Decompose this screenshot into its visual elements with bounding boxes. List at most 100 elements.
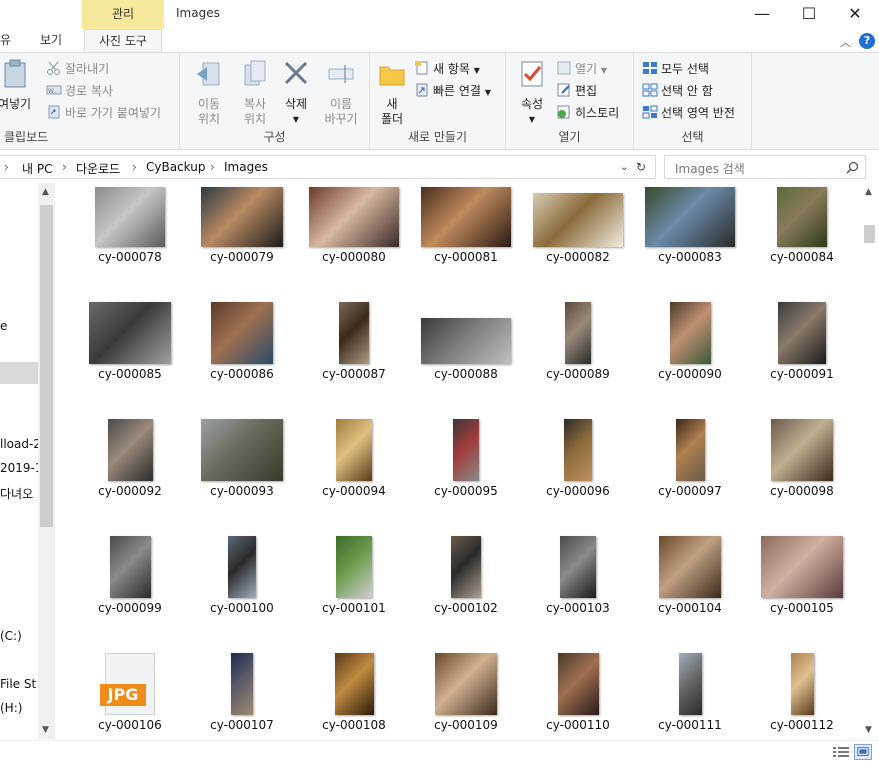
- nav-item[interactable]: 다녀오: [0, 485, 33, 502]
- select-none-icon: [642, 83, 658, 97]
- file-name: cy-000088: [434, 367, 498, 381]
- file-item[interactable]: cy-000082: [522, 183, 634, 299]
- file-item[interactable]: JPG cy-000106: [74, 651, 186, 739]
- file-item[interactable]: cy-000085: [74, 300, 186, 416]
- file-item[interactable]: cy-000097: [634, 417, 746, 533]
- file-item[interactable]: cy-000103: [522, 534, 634, 650]
- file-item[interactable]: cy-000107: [186, 651, 298, 739]
- breadcrumb-cybackup[interactable]: CyBackup: [146, 160, 205, 174]
- maximize-button[interactable]: ☐: [786, 0, 832, 29]
- nav-item[interactable]: e: [0, 319, 7, 333]
- delete-button[interactable]: 삭제 ▼: [276, 59, 316, 127]
- nav-item-c-drive[interactable]: (C:): [0, 629, 22, 643]
- file-item[interactable]: cy-000084: [746, 183, 858, 299]
- scroll-up-icon[interactable]: ▲: [865, 187, 872, 197]
- breadcrumb-downloads[interactable]: 다운로드: [76, 160, 120, 177]
- file-item[interactable]: cy-000105: [746, 534, 858, 650]
- file-item[interactable]: cy-000098: [746, 417, 858, 533]
- cut-button[interactable]: 잘라내기: [46, 59, 109, 79]
- content-scrollbar-thumb[interactable]: [864, 225, 875, 243]
- details-view-icon[interactable]: [832, 744, 850, 760]
- file-item[interactable]: cy-000102: [410, 534, 522, 650]
- address-bar[interactable]: › 내 PC › 다운로드 › CyBackup › Images ⌄ ↻: [0, 155, 656, 179]
- file-item[interactable]: cy-000089: [522, 300, 634, 416]
- nav-scrollbar[interactable]: ▲ ▼: [38, 183, 55, 739]
- history-button[interactable]: 히스토리: [556, 103, 619, 123]
- open-button[interactable]: 열기 ▼: [556, 59, 607, 79]
- file-item[interactable]: cy-000079: [186, 183, 298, 299]
- nav-item-file-station[interactable]: File St: [0, 677, 36, 691]
- scroll-down-icon[interactable]: ▼: [865, 725, 872, 735]
- file-item[interactable]: cy-000094: [298, 417, 410, 533]
- search-input[interactable]: Images 검색: [664, 155, 866, 179]
- copy-path-button[interactable]: W.. 경로 복사: [46, 81, 113, 101]
- properties-button[interactable]: 속성 ▼: [512, 59, 552, 127]
- file-item[interactable]: cy-000095: [410, 417, 522, 533]
- scroll-down-icon[interactable]: ▼: [42, 725, 49, 735]
- file-item[interactable]: cy-000110: [522, 651, 634, 739]
- file-grid: cy-000078 cy-000079 cy-000080 cy-000081 cy-0…: [56, 183, 861, 739]
- file-name: cy-000101: [322, 601, 386, 615]
- new-folder-button[interactable]: 새 폴더: [374, 59, 410, 127]
- easy-access-button[interactable]: 빠른 연결 ▼: [414, 81, 491, 101]
- nav-item-h-drive[interactable]: (H:): [0, 701, 22, 715]
- tab-share[interactable]: 유: [0, 29, 17, 53]
- file-item[interactable]: cy-000109: [410, 651, 522, 739]
- tab-view[interactable]: 보기: [34, 29, 68, 53]
- file-item[interactable]: cy-000091: [746, 300, 858, 416]
- file-item[interactable]: cy-000096: [522, 417, 634, 533]
- content-scrollbar[interactable]: ▲ ▼: [861, 183, 878, 739]
- paste-button[interactable]: 붙여넣기: [0, 59, 40, 112]
- file-name: cy-000109: [434, 718, 498, 732]
- address-history-chevron-icon[interactable]: ⌄: [620, 162, 628, 173]
- file-name: cy-000092: [98, 484, 162, 498]
- file-item[interactable]: cy-000101: [298, 534, 410, 650]
- file-name: cy-000112: [770, 718, 834, 732]
- copy-to-button[interactable]: 복사 위치: [232, 59, 278, 127]
- close-button[interactable]: ✕: [832, 0, 878, 29]
- help-icon[interactable]: ?: [859, 33, 875, 49]
- file-item[interactable]: cy-000087: [298, 300, 410, 416]
- file-item[interactable]: cy-000090: [634, 300, 746, 416]
- select-none-button[interactable]: 선택 안 함: [642, 81, 713, 101]
- image-thumbnail: JPG: [100, 653, 155, 715]
- large-icons-view-icon[interactable]: [854, 744, 872, 760]
- file-item[interactable]: cy-000086: [186, 300, 298, 416]
- image-thumbnail: [791, 653, 814, 715]
- tab-picture-tools[interactable]: 사진 도구: [84, 29, 162, 53]
- chevron-down-icon: ▼: [473, 66, 480, 75]
- move-to-button[interactable]: 이동 위치: [186, 59, 232, 127]
- collapse-ribbon-icon[interactable]: ︿: [840, 34, 851, 50]
- file-item[interactable]: cy-000080: [298, 183, 410, 299]
- scroll-up-icon[interactable]: ▲: [42, 187, 49, 197]
- file-item[interactable]: cy-000092: [74, 417, 186, 533]
- file-item[interactable]: cy-000081: [410, 183, 522, 299]
- file-name: cy-000082: [546, 250, 610, 264]
- rename-button[interactable]: 이름 바꾸기: [316, 59, 366, 127]
- open-group: 속성 ▼ 열기 ▼ 편집 히스토리 열기: [506, 53, 634, 149]
- file-item[interactable]: cy-000099: [74, 534, 186, 650]
- minimize-button[interactable]: —: [739, 0, 785, 29]
- file-item[interactable]: cy-000093: [186, 417, 298, 533]
- image-thumbnail: [110, 536, 151, 598]
- nav-scrollbar-thumb[interactable]: [40, 205, 53, 527]
- refresh-icon[interactable]: ↻: [636, 160, 646, 174]
- nav-selected-item[interactable]: [0, 362, 38, 384]
- invert-selection-button[interactable]: 선택 영역 반전: [642, 103, 735, 123]
- search-icon[interactable]: [846, 161, 859, 174]
- file-item[interactable]: cy-000100: [186, 534, 298, 650]
- select-all-button[interactable]: 모두 선택: [642, 59, 709, 79]
- file-item[interactable]: cy-000088: [410, 300, 522, 416]
- file-item[interactable]: cy-000111: [634, 651, 746, 739]
- file-item[interactable]: cy-000108: [298, 651, 410, 739]
- file-item[interactable]: cy-000104: [634, 534, 746, 650]
- breadcrumb-images[interactable]: Images: [224, 160, 268, 174]
- breadcrumb-this-pc[interactable]: 내 PC: [22, 160, 52, 177]
- edit-button[interactable]: 편집: [556, 81, 597, 101]
- clipboard-icon: [4, 59, 26, 88]
- file-item[interactable]: cy-000078: [74, 183, 186, 299]
- file-item[interactable]: cy-000112: [746, 651, 858, 739]
- paste-shortcut-button[interactable]: 바로 가기 붙여넣기: [46, 103, 161, 123]
- file-item[interactable]: cy-000083: [634, 183, 746, 299]
- new-item-button[interactable]: 새 항목 ▼: [414, 59, 480, 79]
